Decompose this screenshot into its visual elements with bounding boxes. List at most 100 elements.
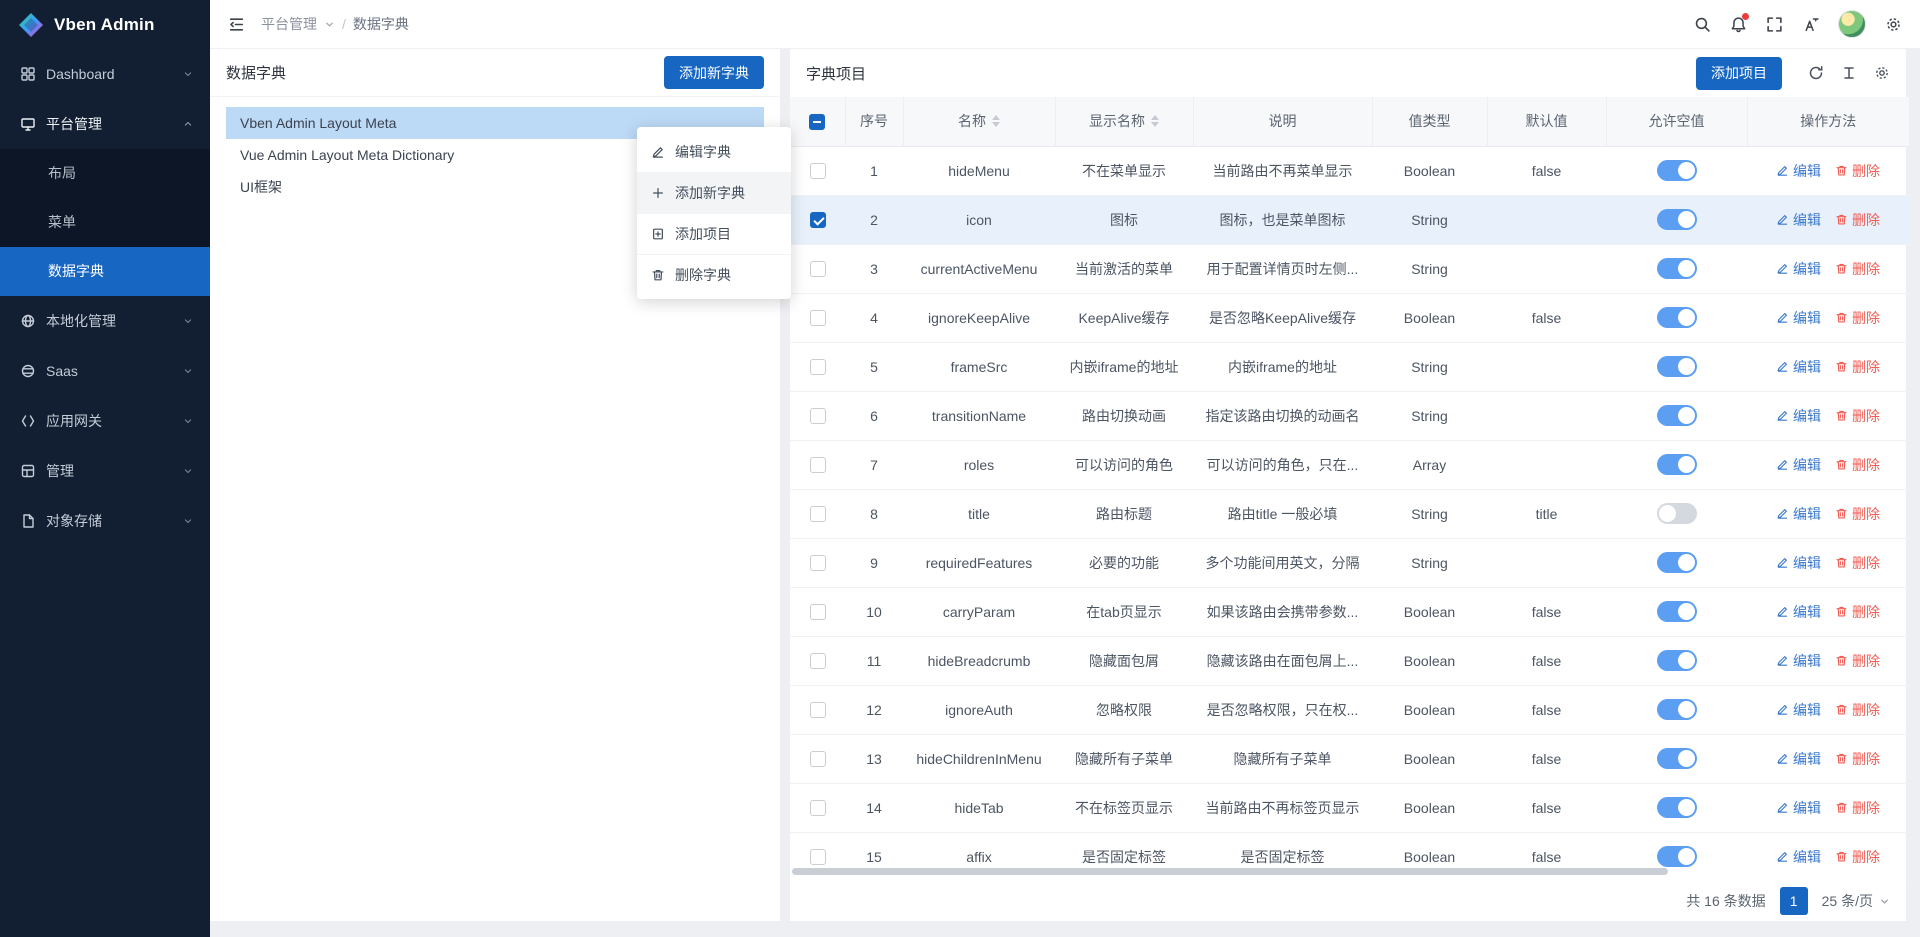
edit-row-button[interactable]: 编辑 — [1776, 455, 1821, 475]
fullscreen-icon[interactable] — [1766, 16, 1783, 33]
delete-row-button[interactable]: 删除 — [1835, 847, 1880, 867]
sidebar-item-platform[interactable]: 平台管理 — [0, 99, 210, 149]
edit-row-button[interactable]: 编辑 — [1776, 700, 1821, 720]
delete-row-button[interactable]: 删除 — [1835, 553, 1880, 573]
notification-bell-icon[interactable] — [1730, 16, 1747, 33]
nullable-toggle[interactable] — [1657, 503, 1697, 524]
add-item-button[interactable]: 添加项目 — [1696, 57, 1782, 90]
context-menu-item-add-item[interactable]: 添加项目 — [637, 213, 791, 254]
sidebar-item-app-gateway[interactable]: 应用网关 — [0, 396, 210, 446]
edit-row-button[interactable]: 编辑 — [1776, 798, 1821, 818]
sort-carets-icon[interactable] — [992, 115, 1000, 127]
nullable-toggle[interactable] — [1657, 405, 1697, 426]
row-checkbox[interactable] — [810, 751, 826, 767]
context-menu-item-delete-dict[interactable]: 删除字典 — [637, 254, 791, 295]
row-checkbox[interactable] — [810, 408, 826, 424]
edit-row-button[interactable]: 编辑 — [1776, 308, 1821, 328]
page-1-button[interactable]: 1 — [1780, 887, 1808, 915]
row-checkbox[interactable] — [810, 457, 826, 473]
row-checkbox[interactable] — [810, 849, 826, 865]
column-header-name[interactable]: 名称 — [903, 97, 1055, 146]
nullable-toggle[interactable] — [1657, 797, 1697, 818]
delete-row-button[interactable]: 删除 — [1835, 161, 1880, 181]
delete-row-button[interactable]: 删除 — [1835, 700, 1880, 720]
delete-row-button[interactable]: 删除 — [1835, 651, 1880, 671]
row-checkbox[interactable] — [810, 555, 826, 571]
edit-row-button[interactable]: 编辑 — [1776, 259, 1821, 279]
chevron-down-icon — [182, 515, 194, 527]
add-new-dictionary-button[interactable]: 添加新字典 — [664, 56, 764, 89]
column-header-display[interactable]: 显示名称 — [1055, 97, 1193, 146]
collapse-sidebar-icon[interactable] — [228, 16, 245, 33]
edit-row-button[interactable]: 编辑 — [1776, 553, 1821, 573]
page-size-select[interactable]: 25 条/页 — [1822, 891, 1890, 911]
nullable-toggle[interactable] — [1657, 454, 1697, 475]
sidebar-item-localization[interactable]: 本地化管理 — [0, 296, 210, 346]
nullable-toggle[interactable] — [1657, 650, 1697, 671]
horizontal-scrollbar-thumb[interactable] — [792, 868, 1668, 875]
edit-row-button[interactable]: 编辑 — [1776, 357, 1821, 377]
nullable-toggle[interactable] — [1657, 748, 1697, 769]
column-settings-gear-icon[interactable] — [1874, 65, 1890, 81]
delete-row-button[interactable]: 删除 — [1835, 455, 1880, 475]
nullable-toggle[interactable] — [1657, 699, 1697, 720]
sidebar-item-management[interactable]: 管理 — [0, 446, 210, 496]
edit-row-button[interactable]: 编辑 — [1776, 504, 1821, 524]
sort-carets-icon[interactable] — [1151, 115, 1159, 127]
delete-row-button[interactable]: 删除 — [1835, 308, 1880, 328]
settings-gear-icon[interactable] — [1885, 16, 1902, 33]
nullable-toggle[interactable] — [1657, 160, 1697, 181]
nullable-toggle[interactable] — [1657, 356, 1697, 377]
delete-row-button[interactable]: 删除 — [1835, 259, 1880, 279]
row-checkbox[interactable] — [810, 800, 826, 816]
delete-row-button[interactable]: 删除 — [1835, 504, 1880, 524]
refresh-icon[interactable] — [1808, 65, 1824, 81]
user-avatar[interactable] — [1838, 10, 1866, 38]
delete-row-button[interactable]: 删除 — [1835, 602, 1880, 622]
row-checkbox[interactable] — [810, 261, 826, 277]
nullable-toggle[interactable] — [1657, 601, 1697, 622]
context-menu-item-add-new-dict[interactable]: 添加新字典 — [637, 172, 791, 213]
row-checkbox[interactable] — [810, 310, 826, 326]
row-checkbox[interactable] — [810, 163, 826, 179]
sidebar-item-saas[interactable]: Saas — [0, 346, 210, 396]
breadcrumb-separator: / — [342, 16, 346, 32]
nullable-toggle[interactable] — [1657, 552, 1697, 573]
nullable-toggle[interactable] — [1657, 846, 1697, 867]
delete-row-button[interactable]: 删除 — [1835, 749, 1880, 769]
select-all-checkbox[interactable] — [809, 114, 825, 130]
row-checkbox[interactable] — [810, 212, 826, 228]
edit-row-button[interactable]: 编辑 — [1776, 602, 1821, 622]
breadcrumb-current[interactable]: 数据字典 — [353, 14, 409, 34]
nullable-toggle[interactable] — [1657, 209, 1697, 230]
row-checkbox[interactable] — [810, 653, 826, 669]
edit-row-button[interactable]: 编辑 — [1776, 749, 1821, 769]
sidebar-subitem-layout[interactable]: 布局 — [0, 149, 210, 198]
edit-row-button[interactable]: 编辑 — [1776, 406, 1821, 426]
delete-row-button[interactable]: 删除 — [1835, 406, 1880, 426]
sidebar-item-object-storage[interactable]: 对象存储 — [0, 496, 210, 546]
delete-row-button[interactable]: 删除 — [1835, 210, 1880, 230]
cell-name: hideBreadcrumb — [903, 636, 1055, 685]
nullable-toggle[interactable] — [1657, 258, 1697, 279]
sidebar-item-dashboard[interactable]: Dashboard — [0, 49, 210, 99]
sidebar-subitem-data-dictionary[interactable]: 数据字典 — [0, 247, 210, 296]
context-menu-item-edit-dict[interactable]: 编辑字典 — [637, 131, 791, 172]
edit-row-button[interactable]: 编辑 — [1776, 210, 1821, 230]
language-translate-icon[interactable] — [1802, 16, 1819, 33]
delete-row-button[interactable]: 删除 — [1835, 798, 1880, 818]
edit-row-button[interactable]: 编辑 — [1776, 651, 1821, 671]
row-checkbox[interactable] — [810, 702, 826, 718]
edit-row-button[interactable]: 编辑 — [1776, 161, 1821, 181]
sidebar-subitem-menu[interactable]: 菜单 — [0, 198, 210, 247]
delete-row-button[interactable]: 删除 — [1835, 357, 1880, 377]
nullable-toggle[interactable] — [1657, 307, 1697, 328]
row-height-icon[interactable] — [1841, 65, 1857, 81]
edit-row-button[interactable]: 编辑 — [1776, 847, 1821, 867]
app-logo[interactable]: Vben Admin — [0, 0, 210, 49]
row-checkbox[interactable] — [810, 506, 826, 522]
search-icon[interactable] — [1694, 16, 1711, 33]
row-checkbox[interactable] — [810, 359, 826, 375]
row-checkbox[interactable] — [810, 604, 826, 620]
breadcrumb-parent[interactable]: 平台管理 — [261, 14, 317, 34]
